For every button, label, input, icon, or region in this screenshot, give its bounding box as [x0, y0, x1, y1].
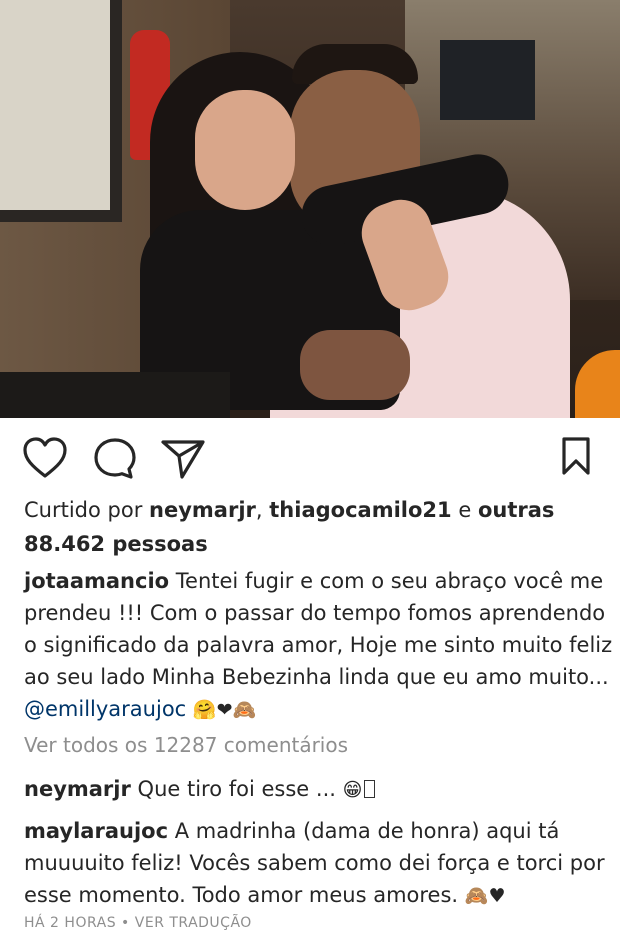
comment-emoji: 😁	[342, 779, 363, 801]
liked-and: e	[458, 498, 472, 522]
see-translation-link[interactable]: VER TRADUÇÃO	[135, 915, 252, 931]
caption-mention[interactable]: @emillyaraujoc	[24, 697, 186, 721]
comment-username[interactable]: maylaraujoc	[24, 819, 168, 843]
comment-emoji: 🙈♥	[464, 885, 506, 907]
comment-item: maylaraujoc A madrinha (dama de honra) a…	[24, 815, 614, 912]
likes-count[interactable]: 88.462 pessoas	[24, 532, 208, 556]
comment-username[interactable]: neymarjr	[24, 777, 131, 801]
liked-separator: ,	[255, 498, 263, 522]
post-time: HÁ 2 HORAS	[24, 915, 117, 931]
caption-emojis: 🤗❤🙈	[192, 699, 257, 721]
save-button[interactable]	[560, 436, 592, 476]
photo-man-hand	[300, 330, 410, 400]
photo-cafe-window	[440, 40, 535, 120]
photo-table	[0, 372, 230, 418]
photo-juice	[575, 350, 620, 418]
photo-woman-face	[195, 90, 295, 210]
like-button[interactable]	[22, 436, 68, 480]
comment-bubble-icon	[94, 438, 136, 479]
heart-icon	[23, 437, 67, 478]
liked-user-neymarjr[interactable]: neymarjr	[149, 498, 256, 522]
post-timestamp-row: HÁ 2 HORAS • VER TRADUÇÃO	[24, 915, 252, 931]
post-photo[interactable]	[0, 0, 620, 418]
comment-text: Que tiro foi esse ...	[137, 777, 336, 801]
bookmark-icon	[562, 437, 590, 475]
share-button[interactable]	[160, 438, 206, 480]
liked-by-prefix: Curtido por	[24, 498, 143, 522]
post-caption: jotaamancio Tentei fugir e com o seu abr…	[24, 565, 614, 726]
separator-dot: •	[121, 915, 130, 931]
comment-button[interactable]	[92, 436, 138, 482]
comment-item: neymarjr Que tiro foi esse ... 😁	[24, 773, 614, 806]
liked-by-line: Curtido por neymarjr, thiagocamilo21 e o…	[24, 498, 554, 522]
liked-user-thiagocamilo21[interactable]: thiagocamilo21	[269, 498, 451, 522]
caption-username[interactable]: jotaamancio	[24, 569, 169, 593]
view-all-comments-link[interactable]: Ver todos os 12287 comentários	[24, 733, 348, 757]
paper-plane-icon	[161, 440, 205, 479]
photo-window	[0, 0, 122, 222]
missing-glyph-box	[364, 780, 376, 798]
liked-others-link[interactable]: outras	[478, 498, 554, 522]
